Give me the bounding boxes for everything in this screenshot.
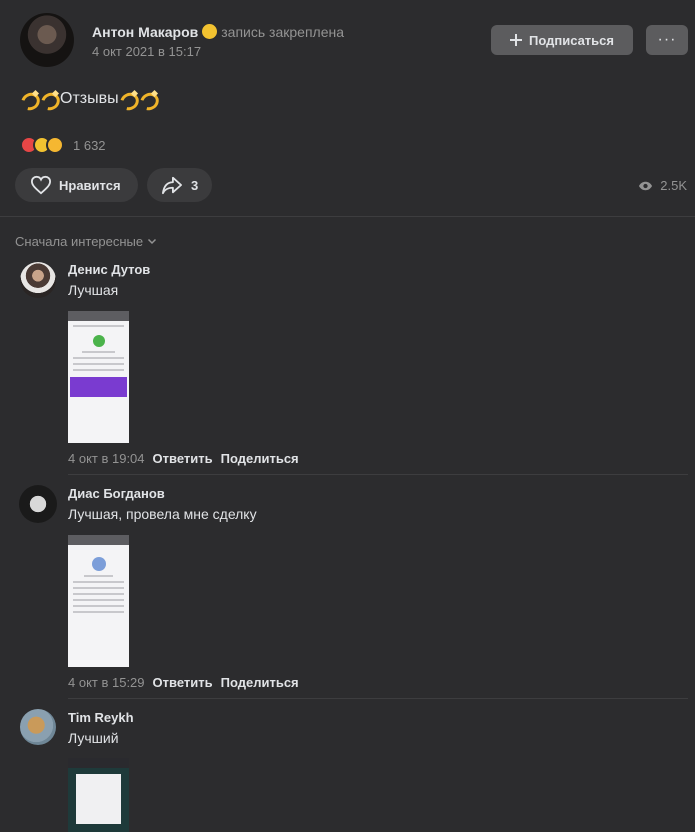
comment-text: Лучший — [68, 730, 119, 746]
comments-sort-label: Сначала интересные — [15, 234, 144, 249]
reply-button[interactable]: Ответить — [153, 451, 213, 466]
post-header: Антон Макаров запись закреплена 4 окт 202… — [0, 0, 695, 80]
views-count: 2.5K — [660, 178, 687, 193]
comment-photo[interactable] — [68, 311, 129, 443]
eye-icon — [639, 181, 653, 190]
share-icon — [162, 176, 182, 195]
subscribe-button[interactable]: Подписаться — [491, 25, 633, 55]
status-emoji-icon — [202, 24, 218, 39]
reply-button[interactable]: Ответить — [153, 675, 213, 690]
author-line: Антон Макаров запись закреплена — [92, 24, 344, 40]
heart-icon — [30, 175, 52, 195]
share-comment-button[interactable]: Поделиться — [221, 451, 299, 466]
comment-meta: 4 окт в 19:04 Ответить Поделиться — [68, 451, 299, 466]
share-button[interactable]: 3 — [147, 168, 212, 202]
commenter-avatar[interactable] — [19, 485, 57, 523]
comment-meta: 4 окт в 15:29 Ответить Поделиться — [68, 675, 299, 690]
wow-reaction-icon — [46, 136, 64, 154]
commenter-name[interactable]: Денис Дутов — [68, 262, 150, 277]
share-comment-button[interactable]: Поделиться — [221, 675, 299, 690]
author-avatar[interactable] — [20, 13, 74, 67]
dizzy-emoji-icon — [119, 90, 137, 108]
commenter-name[interactable]: Tim Reykh — [68, 710, 134, 725]
comment-date[interactable]: 4 окт в 15:29 — [68, 675, 145, 690]
like-button[interactable]: Нравится — [15, 168, 138, 202]
commenter-avatar[interactable] — [20, 709, 56, 745]
commenter-name[interactable]: Диас Богданов — [68, 486, 165, 501]
chevron-down-icon — [148, 238, 157, 245]
pinned-label: запись закреплена — [221, 24, 345, 40]
like-label: Нравится — [59, 177, 121, 193]
reactions-summary[interactable]: 1 632 — [20, 136, 106, 154]
post-text: Отзывы — [20, 90, 159, 108]
comment-date[interactable]: 4 окт в 19:04 — [68, 451, 145, 466]
post-date[interactable]: 4 окт 2021 в 15:17 — [92, 44, 201, 59]
plus-icon — [509, 34, 522, 46]
shares-count: 3 — [191, 177, 199, 193]
comment-photo[interactable] — [68, 535, 129, 667]
more-options-button[interactable]: ··· — [646, 25, 688, 55]
comment-divider — [68, 474, 688, 475]
comment-text: Лучшая — [68, 282, 119, 298]
dizzy-emoji-icon — [20, 90, 38, 108]
comment-text: Лучшая, провела мне сделку — [68, 506, 257, 522]
commenter-avatar[interactable] — [20, 262, 56, 298]
author-name[interactable]: Антон Макаров — [92, 24, 198, 40]
subscribe-label: Подписаться — [528, 32, 614, 48]
comment-divider — [68, 698, 688, 699]
reactions-count: 1 632 — [73, 137, 106, 153]
dizzy-emoji-icon — [139, 90, 157, 108]
views-counter: 2.5K — [638, 178, 687, 193]
post-text-content: Отзывы — [60, 90, 119, 107]
comment-photo[interactable] — [68, 758, 129, 832]
comments-sort-dropdown[interactable]: Сначала интересные — [15, 234, 157, 249]
section-divider — [0, 216, 695, 217]
dizzy-emoji-icon — [40, 90, 58, 108]
